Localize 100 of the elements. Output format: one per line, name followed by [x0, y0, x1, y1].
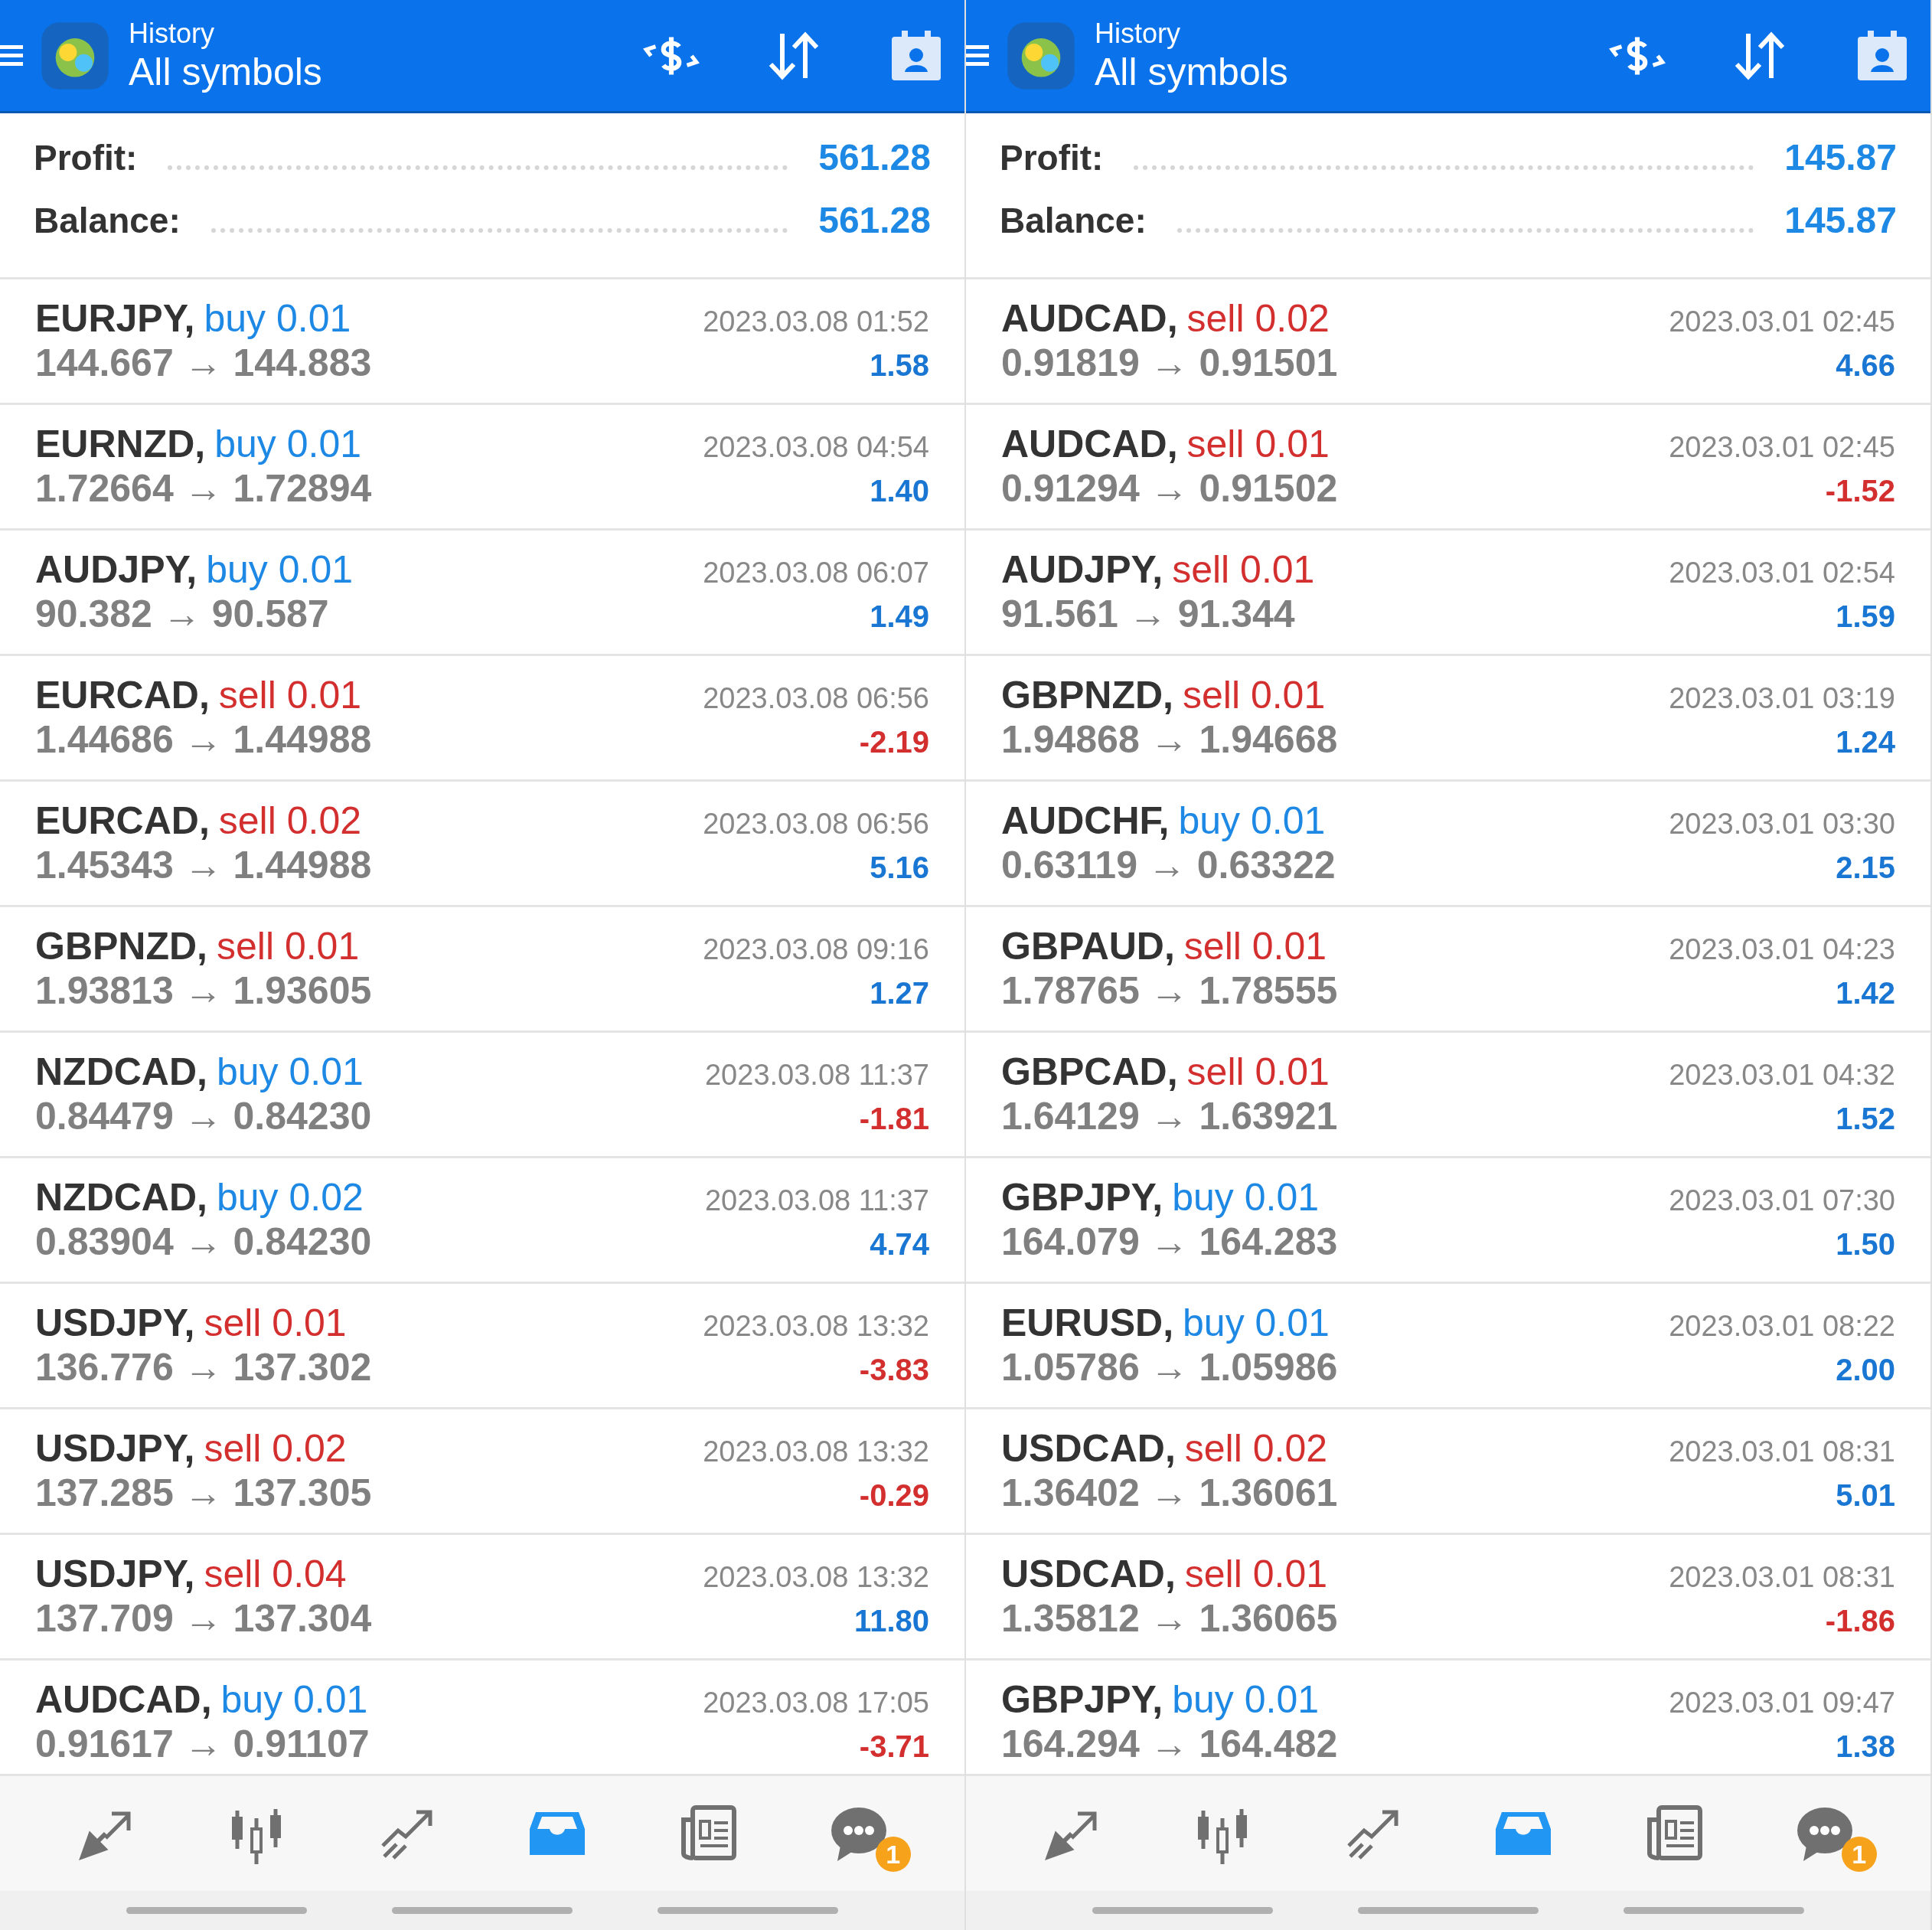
trade-row[interactable]: EURNZD, buy 0.01 2023.03.08 04:54 1.72664 → 1.72894 1.40 — [0, 405, 964, 531]
order-text: sell 0.01 — [1186, 422, 1330, 466]
profit-value: 1.38 — [1836, 1729, 1895, 1764]
symbol-text: AUDCAD, — [1001, 422, 1178, 466]
trade-time: 2023.03.01 07:30 — [1669, 1184, 1895, 1217]
order-text: buy 0.01 — [214, 422, 362, 466]
profit-value: -1.52 — [1825, 474, 1895, 508]
trade-row[interactable]: EURCAD, sell 0.02 2023.03.08 06:56 1.45343 → 1.44988 5.16 — [0, 782, 964, 907]
symbol-text: USDJPY, — [35, 1301, 195, 1345]
gesture-handle[interactable] — [1092, 1907, 1274, 1914]
symbol-filter[interactable]: All symbols — [1095, 49, 1546, 94]
gesture-handle[interactable] — [1358, 1907, 1539, 1914]
symbol-text: GBPAUD, — [1001, 924, 1175, 968]
trade-row[interactable]: AUDCHF, buy 0.01 2023.03.01 03:30 0.63119 → 0.63322 2.15 — [966, 782, 1930, 907]
order-text: buy 0.01 — [1183, 1301, 1330, 1345]
gesture-handle[interactable] — [1623, 1907, 1804, 1914]
price-text: 1.78765 → 1.78555 — [1001, 968, 1338, 1013]
trade-row[interactable]: USDJPY, sell 0.04 2023.03.08 13:32 137.709 → 137.304 11.80 — [0, 1535, 964, 1661]
profit-value: 1.58 — [870, 348, 929, 383]
symbol-text: USDCAD, — [1001, 1552, 1176, 1596]
trade-row[interactable]: GBPAUD, sell 0.01 2023.03.01 04:23 1.78765 → 1.78555 1.42 — [966, 907, 1930, 1033]
symbol-text: EURCAD, — [35, 673, 210, 717]
price-text: 1.44686 → 1.44988 — [35, 717, 372, 762]
trade-row[interactable]: AUDCAD, sell 0.01 2023.03.01 02:45 0.91294 → 0.91502 -1.52 — [966, 405, 1930, 531]
price-text: 1.05786 → 1.05986 — [1001, 1345, 1338, 1390]
order-text: sell 0.01 — [204, 1301, 347, 1345]
price-text: 1.72664 → 1.72894 — [35, 466, 372, 511]
order-text: buy 0.01 — [1172, 1175, 1320, 1220]
profit-value: 1.27 — [870, 976, 929, 1011]
order-text: buy 0.01 — [206, 547, 353, 592]
trade-time: 2023.03.01 08:31 — [1669, 1435, 1895, 1468]
order-text: sell 0.01 — [217, 924, 360, 968]
trade-row[interactable]: AUDJPY, sell 0.01 2023.03.01 02:54 91.561 → 91.344 1.59 — [966, 531, 1930, 656]
symbol-text: USDJPY, — [35, 1426, 195, 1471]
trade-row[interactable]: USDCAD, sell 0.01 2023.03.01 08:31 1.35812 → 1.36065 -1.86 — [966, 1535, 1930, 1661]
profit-value: -0.29 — [859, 1478, 929, 1513]
app-logo-icon — [40, 20, 110, 91]
gesture-handle[interactable] — [657, 1907, 838, 1914]
symbol-text: GBPJPY, — [1001, 1677, 1163, 1722]
order-text: sell 0.01 — [1183, 924, 1327, 968]
trade-row[interactable]: GBPCAD, sell 0.01 2023.03.01 04:32 1.64129 → 1.63921 1.52 — [966, 1033, 1930, 1158]
symbol-text: USDCAD, — [1001, 1426, 1176, 1471]
order-text: sell 0.04 — [204, 1552, 347, 1596]
trade-time: 2023.03.08 09:16 — [703, 933, 929, 966]
trade-time: 2023.03.01 04:32 — [1669, 1059, 1895, 1092]
price-text: 1.45343 → 1.44988 — [35, 843, 372, 887]
summary-label: Profit: — [1000, 137, 1104, 178]
order-text: buy 0.01 — [204, 296, 351, 341]
trade-time: 2023.03.08 06:07 — [703, 557, 929, 589]
symbol-text: AUDCAD, — [35, 1677, 212, 1722]
order-text: sell 0.02 — [1186, 296, 1330, 341]
gesture-handle[interactable] — [392, 1907, 573, 1914]
trade-row[interactable]: AUDCAD, sell 0.02 2023.03.01 02:45 0.91819 → 0.91501 4.66 — [966, 279, 1930, 405]
symbol-text: USDJPY, — [35, 1552, 195, 1596]
symbol-text: NZDCAD, — [35, 1050, 207, 1094]
price-text: 137.709 → 137.304 — [35, 1596, 372, 1641]
symbol-text: AUDCHF, — [1001, 798, 1170, 843]
trade-time: 2023.03.08 13:32 — [703, 1310, 929, 1343]
profit-value: 1.59 — [1836, 599, 1895, 634]
profit-value: 1.24 — [1836, 725, 1895, 759]
trade-time: 2023.03.01 08:31 — [1669, 1561, 1895, 1594]
price-text: 136.776 → 137.302 — [35, 1345, 372, 1390]
trade-time: 2023.03.08 06:56 — [703, 808, 929, 841]
trade-time: 2023.03.01 02:45 — [1669, 431, 1895, 464]
notification-badge: 1 — [875, 1837, 911, 1872]
symbol-text: GBPCAD, — [1001, 1050, 1178, 1094]
order-text: buy 0.02 — [217, 1175, 364, 1220]
trade-row[interactable]: EURCAD, sell 0.01 2023.03.08 06:56 1.44686 → 1.44988 -2.19 — [0, 656, 964, 782]
symbol-text: GBPNZD, — [35, 924, 207, 968]
price-text: 90.382 → 90.587 — [35, 592, 329, 636]
trade-row[interactable]: NZDCAD, buy 0.01 2023.03.08 11:37 0.84479 → 0.84230 -1.81 — [0, 1033, 964, 1158]
trade-row[interactable]: AUDJPY, buy 0.01 2023.03.08 06:07 90.382 → 90.587 1.49 — [0, 531, 964, 656]
trade-time: 2023.03.08 01:52 — [703, 305, 929, 338]
trade-row[interactable]: EURJPY, buy 0.01 2023.03.08 01:52 144.667 → 144.883 1.58 — [0, 279, 964, 405]
symbol-text: AUDCAD, — [1001, 296, 1178, 341]
trade-row[interactable]: USDJPY, sell 0.01 2023.03.08 13:32 136.776 → 137.302 -3.83 — [0, 1284, 964, 1409]
trade-row[interactable]: GBPNZD, sell 0.01 2023.03.01 03:19 1.94868 → 1.94668 1.24 — [966, 656, 1930, 782]
trade-row[interactable]: USDCAD, sell 0.02 2023.03.01 08:31 1.36402 → 1.36061 5.01 — [966, 1409, 1930, 1535]
trade-time: 2023.03.08 11:37 — [705, 1059, 929, 1092]
profit-value: 1.50 — [1836, 1227, 1895, 1262]
profit-value: 4.66 — [1836, 348, 1895, 383]
summary-label: Balance: — [1000, 200, 1147, 241]
trade-row[interactable]: EURUSD, buy 0.01 2023.03.01 08:22 1.05786 → 1.05986 2.00 — [966, 1284, 1930, 1409]
trade-time: 2023.03.08 06:56 — [703, 682, 929, 715]
trade-row[interactable]: NZDCAD, buy 0.02 2023.03.08 11:37 0.83904 → 0.84230 4.74 — [0, 1158, 964, 1284]
trade-time: 2023.03.01 08:22 — [1669, 1310, 1895, 1343]
trade-row[interactable]: GBPNZD, sell 0.01 2023.03.08 09:16 1.93813 → 1.93605 1.27 — [0, 907, 964, 1033]
trade-row[interactable]: GBPJPY, buy 0.01 2023.03.01 07:30 164.079 → 164.283 1.50 — [966, 1158, 1930, 1284]
price-text: 91.561 → 91.344 — [1001, 592, 1295, 636]
price-text: 0.83904 → 0.84230 — [35, 1220, 372, 1264]
price-text: 1.93813 → 1.93605 — [35, 968, 372, 1013]
profit-value: -1.86 — [1825, 1604, 1895, 1638]
gesture-handle[interactable] — [126, 1907, 308, 1914]
summary-label: Profit: — [34, 137, 138, 178]
trade-time: 2023.03.08 17:05 — [703, 1687, 929, 1719]
order-text: buy 0.01 — [217, 1050, 364, 1094]
trade-row[interactable]: USDJPY, sell 0.02 2023.03.08 13:32 137.285 → 137.305 -0.29 — [0, 1409, 964, 1535]
symbol-filter[interactable]: All symbols — [129, 49, 580, 94]
profit-value: 11.80 — [854, 1604, 929, 1638]
symbol-text: AUDJPY, — [35, 547, 197, 592]
